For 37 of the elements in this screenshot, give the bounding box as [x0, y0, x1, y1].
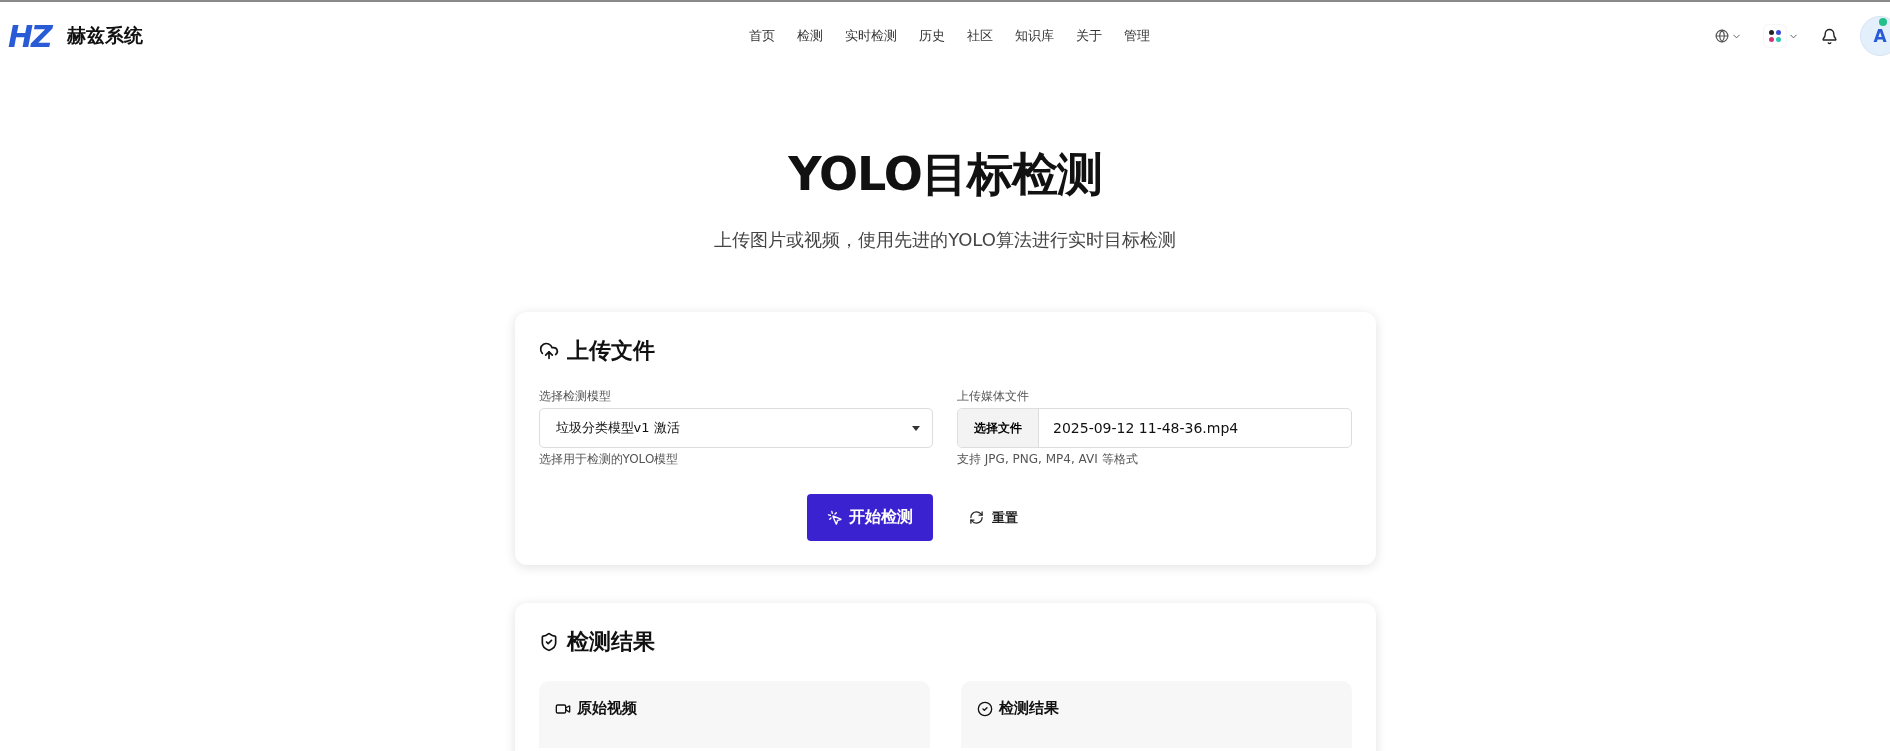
globe-icon [1715, 29, 1729, 43]
apps-button[interactable] [1764, 25, 1799, 47]
language-button[interactable] [1715, 29, 1742, 43]
refresh-icon [968, 510, 984, 525]
bell-icon[interactable] [1821, 27, 1838, 45]
nav-link[interactable]: 管理 [1123, 27, 1150, 45]
help-text: 支持 JPG, PNG, MP4, AVI 等格式 [957, 451, 1139, 468]
nav-link[interactable]: 实时检测 [844, 27, 897, 45]
upload-icon [538, 341, 559, 361]
start-detection-button[interactable]: 开始检测 [806, 494, 933, 541]
nav-link[interactable]: 历史 [918, 27, 945, 45]
model-select[interactable]: 垃圾分类模型v1 激活 [538, 408, 933, 448]
file-name: 2025-09-12 11-48-36.mp4 [1052, 420, 1239, 436]
field-label: 选择检测模型 [538, 388, 612, 405]
nav-link[interactable]: 社区 [966, 27, 993, 45]
page-subtitle: 上传图片或视频，使用先进的YOLO算法进行实时目标检测 [714, 228, 1176, 252]
nav-link[interactable]: 关于 [1075, 27, 1102, 45]
page-title: YOLO目标检测 [788, 146, 1102, 203]
nav-link[interactable]: 首页 [748, 27, 775, 45]
panel-title: 原始视频 [576, 699, 637, 718]
file-input[interactable]: 选择文件 2025-09-12 11-48-36.mp4 [957, 408, 1352, 448]
brand-name: 赫兹系统 [66, 23, 143, 48]
help-text: 选择用于检测的YOLO模型 [538, 451, 680, 468]
card-title: 检测结果 [566, 628, 655, 656]
choose-file-button[interactable]: 选择文件 [958, 409, 1039, 447]
check-icon [976, 700, 993, 717]
nav-link[interactable]: 检测 [796, 27, 823, 45]
user-avatar[interactable]: A [1860, 16, 1890, 56]
reset-button[interactable]: 重置 [962, 507, 1024, 528]
panel-title: 检测结果 [998, 699, 1059, 718]
logo[interactable]: HZ [8, 18, 51, 54]
cursor-click-icon [826, 509, 843, 526]
field-label: 上传媒体文件 [957, 388, 1030, 405]
apps-icon [1764, 25, 1786, 47]
nav-link[interactable]: 知识库 [1014, 27, 1054, 45]
caret-icon [912, 425, 920, 431]
card-title: 上传文件 [566, 337, 655, 365]
